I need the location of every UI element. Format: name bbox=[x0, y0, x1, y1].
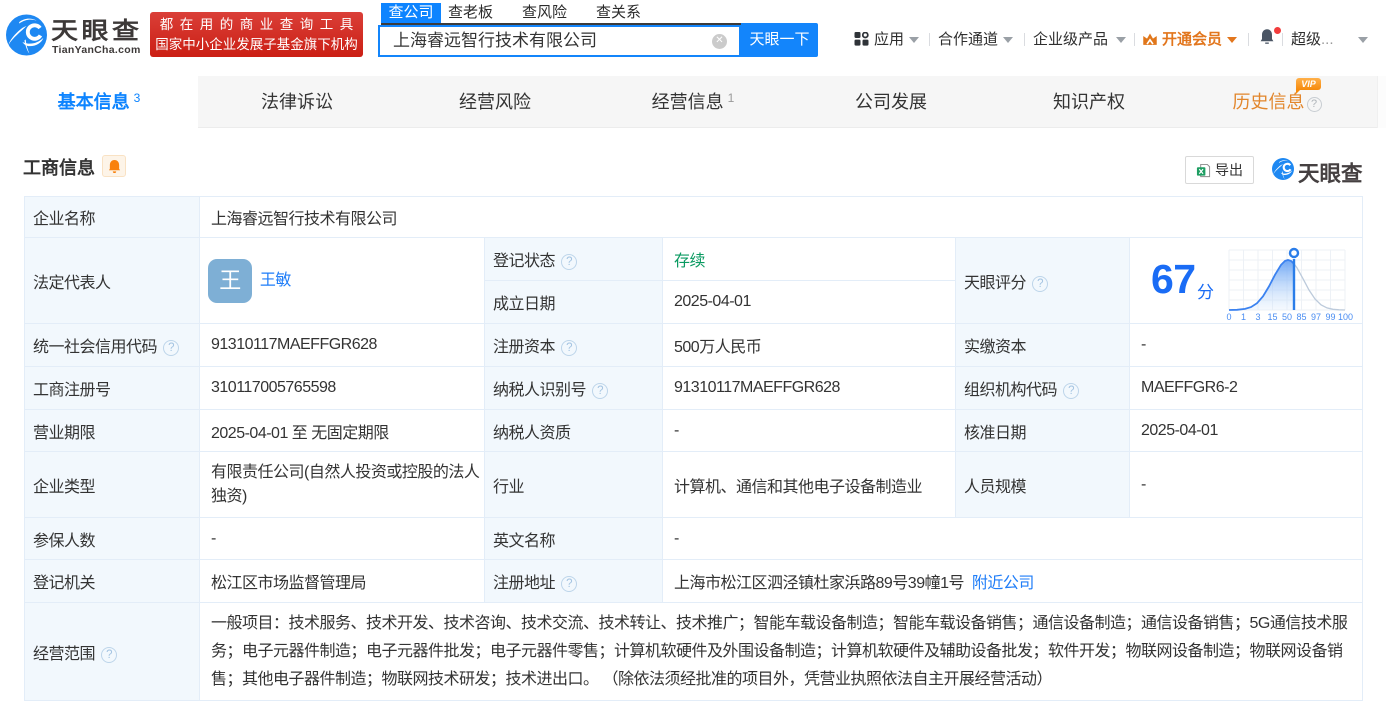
svg-text:3: 3 bbox=[1255, 312, 1260, 321]
svg-text:97: 97 bbox=[1311, 312, 1321, 321]
svg-text:0: 0 bbox=[1226, 312, 1231, 321]
svg-text:85: 85 bbox=[1296, 312, 1306, 321]
svg-text:1: 1 bbox=[1241, 312, 1246, 321]
svg-text:100: 100 bbox=[1338, 312, 1353, 321]
svg-text:50: 50 bbox=[1282, 312, 1292, 321]
svg-text:15: 15 bbox=[1267, 312, 1277, 321]
svg-text:99: 99 bbox=[1325, 312, 1335, 321]
